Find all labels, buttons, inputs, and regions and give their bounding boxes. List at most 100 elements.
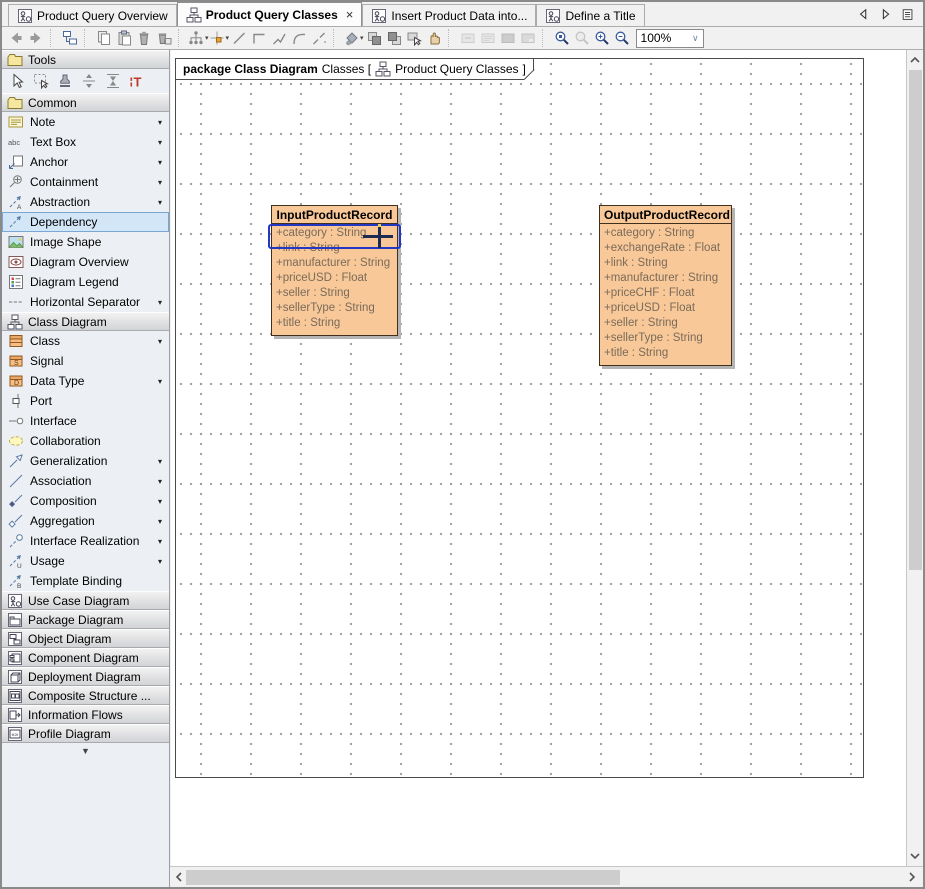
tab-insert-product-data-into[interactable]: Insert Product Data into... (362, 4, 536, 26)
palette-item-class[interactable]: Class▾ (2, 331, 169, 351)
chevron-down-icon[interactable]: ▾ (158, 158, 162, 167)
scroll-left-button[interactable] (171, 868, 187, 886)
class-attribute[interactable]: +manufacturer : String (276, 256, 393, 271)
scroll-tabs-right-button[interactable] (879, 8, 893, 22)
palette-item-association[interactable]: Association▾ (2, 471, 169, 491)
class-attribute[interactable]: +manufacturer : String (604, 271, 727, 286)
palette-item-port[interactable]: Port (2, 391, 169, 411)
palette-section-composite-structure[interactable]: Composite Structure ... (2, 686, 169, 705)
chevron-down-icon[interactable]: ▾ (158, 517, 162, 526)
tab-define-a-title[interactable]: Define a Title (536, 4, 644, 26)
text-tool[interactable]: T (127, 71, 147, 91)
palette-item-interface-realization[interactable]: Interface Realization▾ (2, 531, 169, 551)
palette-item-anchor[interactable]: Anchor▾ (2, 152, 169, 172)
sweeper-button[interactable]: ▾ (209, 28, 230, 48)
palette-item-image-shape[interactable]: Image Shape (2, 232, 169, 252)
stamper-tool[interactable] (55, 71, 75, 91)
hand-tool-button[interactable] (424, 28, 444, 48)
scroll-down-button[interactable] (907, 848, 923, 864)
palette-section-object-diagram[interactable]: Object Diagram (2, 629, 169, 648)
class-attribute[interactable]: +priceUSD : Float (604, 301, 727, 316)
attribute-selection-box[interactable] (268, 224, 401, 249)
palette-item-dependency[interactable]: Dependency (2, 212, 169, 232)
tab-product-query-overview[interactable]: Product Query Overview (8, 4, 177, 26)
tab-product-query-classes[interactable]: Product Query Classes× (177, 2, 363, 26)
palette-section-deployment-diagram[interactable]: Deployment Diagram (2, 667, 169, 686)
send-to-back-button[interactable] (384, 28, 404, 48)
back-button[interactable] (6, 28, 26, 48)
copy-button[interactable] (94, 28, 114, 48)
palette-section-common[interactable]: Common (2, 93, 169, 112)
tab-list-button[interactable] (901, 8, 915, 22)
chevron-down-icon[interactable]: ▾ (158, 477, 162, 486)
class-attribute[interactable]: +title : String (276, 316, 393, 331)
palette-item-containment[interactable]: Containment▾ (2, 172, 169, 192)
line-curve-button[interactable] (289, 28, 309, 48)
palette-section-package-diagram[interactable]: Package Diagram (2, 610, 169, 629)
palette-section-component-diagram[interactable]: Component Diagram (2, 648, 169, 667)
class-attribute[interactable]: +title : String (604, 346, 727, 361)
bring-to-front-button[interactable] (364, 28, 384, 48)
palette-section-profile-diagram[interactable]: «»Profile Diagram (2, 724, 169, 743)
palette-item-collaboration[interactable]: Collaboration (2, 431, 169, 451)
chevron-down-icon[interactable]: ▾ (158, 557, 162, 566)
line-round-oblique-button[interactable] (309, 28, 329, 48)
class-attribute[interactable]: +priceCHF : Float (604, 286, 727, 301)
class-attribute[interactable]: +sellerType : String (604, 331, 727, 346)
marquee-select-tool[interactable] (31, 71, 51, 91)
palette-item-signal[interactable]: SSignal (2, 351, 169, 371)
vertical-scrollbar[interactable] (906, 50, 923, 866)
actual-size-button[interactable] (552, 28, 572, 48)
line-rectilinear-button[interactable] (249, 28, 269, 48)
chevron-down-icon[interactable]: ▾ (158, 138, 162, 147)
diagram-canvas[interactable]: package Class Diagram Classes [ Product … (171, 50, 906, 866)
chevron-down-icon[interactable]: ▾ (158, 537, 162, 546)
class-attribute[interactable]: +exchangeRate : Float (604, 241, 727, 256)
chevron-down-icon[interactable]: ▾ (158, 457, 162, 466)
palette-item-horizontal-separator[interactable]: Horizontal Separator▾ (2, 292, 169, 312)
chevron-down-icon[interactable]: ▾ (158, 337, 162, 346)
horizontal-scroll-thumb[interactable] (186, 870, 620, 885)
class-attribute[interactable]: +category : String (604, 226, 727, 241)
palette-overflow-button[interactable]: ▼ (2, 743, 169, 759)
scroll-up-button[interactable] (907, 52, 923, 68)
class-attribute[interactable]: +priceUSD : Float (276, 271, 393, 286)
palette-item-usage[interactable]: UUsage▾ (2, 551, 169, 571)
palette-item-aggregation[interactable]: Aggregation▾ (2, 511, 169, 531)
layout-diagram-button[interactable]: ▾ (188, 28, 209, 48)
class-attribute[interactable]: +seller : String (604, 316, 727, 331)
chevron-down-icon[interactable]: ▾ (158, 178, 162, 187)
select-related-button[interactable] (404, 28, 424, 48)
class-node-outputproductrecord[interactable]: OutputProductRecord+category : String+ex… (599, 205, 732, 366)
vertical-shrink-tool[interactable] (103, 71, 123, 91)
chevron-down-icon[interactable]: ▾ (158, 298, 162, 307)
chevron-down-icon[interactable]: ▾ (158, 497, 162, 506)
forward-button[interactable] (26, 28, 46, 48)
line-oblique-button[interactable] (269, 28, 289, 48)
palette-section-class-diagram[interactable]: Class Diagram (2, 312, 169, 331)
horizontal-scrollbar[interactable] (170, 866, 923, 887)
palette-section-tools[interactable]: Tools (2, 50, 169, 69)
class-attribute[interactable]: +link : String (604, 256, 727, 271)
palette-item-text-box[interactable]: abcText Box▾ (2, 132, 169, 152)
palette-section-information-flows[interactable]: Information Flows (2, 705, 169, 724)
palette-item-template-binding[interactable]: BTemplate Binding (2, 571, 169, 591)
vertical-scroll-thumb[interactable] (909, 70, 922, 570)
select-in-model-button[interactable] (60, 28, 80, 48)
line-straight-button[interactable] (229, 28, 249, 48)
palette-item-data-type[interactable]: DData Type▾ (2, 371, 169, 391)
palette-item-abstraction[interactable]: AAbstraction▾ (2, 192, 169, 212)
palette-item-diagram-legend[interactable]: Diagram Legend (2, 272, 169, 292)
palette-item-composition[interactable]: Composition▾ (2, 491, 169, 511)
close-tab-icon[interactable]: × (346, 10, 354, 20)
chevron-down-icon[interactable]: ▾ (158, 198, 162, 207)
scroll-right-button[interactable] (904, 868, 920, 886)
paste-button[interactable] (114, 28, 134, 48)
class-attribute[interactable]: +seller : String (276, 286, 393, 301)
delete-from-model-button[interactable] (154, 28, 174, 48)
zoom-level-combobox[interactable]: 100% ∨ (636, 29, 704, 48)
cursor-tool[interactable] (7, 71, 27, 91)
format-copier-button[interactable]: ▾ (343, 28, 364, 48)
palette-item-note[interactable]: Note▾ (2, 112, 169, 132)
zoom-out-button[interactable] (612, 28, 632, 48)
